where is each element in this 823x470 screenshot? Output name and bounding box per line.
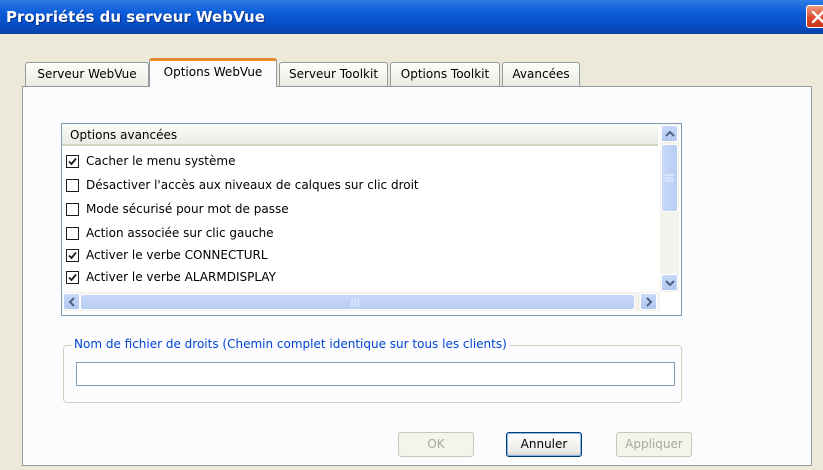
- list-header[interactable]: Options avancées: [62, 124, 658, 146]
- tab-serveur-webvue[interactable]: Serveur WebVue: [25, 62, 149, 86]
- list-item[interactable]: Cacher le menu système: [66, 152, 656, 174]
- tab-label: Options Toolkit: [400, 67, 490, 81]
- check-icon: [68, 273, 77, 282]
- list-header-label: Options avancées: [70, 128, 178, 142]
- option-label: Cacher le menu système: [86, 154, 236, 168]
- tab-options-webvue[interactable]: Options WebVue: [149, 58, 277, 87]
- tab-options-toolkit[interactable]: Options Toolkit: [390, 62, 500, 86]
- tab-avancees[interactable]: Avancées: [502, 62, 580, 86]
- chevron-right-icon: [646, 297, 653, 307]
- checkbox[interactable]: [66, 203, 79, 216]
- cancel-button[interactable]: Annuler: [506, 432, 582, 457]
- tab-label: Avancées: [512, 67, 570, 81]
- scroll-thumb[interactable]: [661, 144, 678, 212]
- check-icon: [68, 157, 77, 166]
- check-icon: [68, 251, 77, 260]
- checkbox[interactable]: [66, 155, 79, 168]
- apply-button-label: Appliquer: [625, 437, 683, 451]
- option-label: Activer le verbe CONNECTURL: [86, 248, 268, 262]
- title-bar[interactable]: Propriétés du serveur WebVue: [0, 0, 823, 34]
- tab-label: Serveur WebVue: [37, 67, 137, 81]
- advanced-options-list[interactable]: Options avancées Cacher le menu système …: [61, 123, 682, 316]
- option-label: Action associée sur clic gauche: [86, 226, 274, 240]
- tab-label: Serveur Toolkit: [288, 67, 379, 81]
- scroll-up-button[interactable]: [661, 125, 678, 142]
- properties-dialog: Propriétés du serveur WebVue Serveur Web…: [0, 0, 823, 470]
- horizontal-scrollbar[interactable]: [62, 292, 660, 311]
- close-icon: [811, 10, 823, 24]
- checkbox[interactable]: [66, 249, 79, 262]
- tab-label: Options WebVue: [163, 65, 263, 79]
- checkbox[interactable]: [66, 227, 79, 240]
- option-label: Désactiver l'accès aux niveaux de calque…: [86, 178, 419, 192]
- close-button[interactable]: [806, 5, 823, 28]
- scroll-thumb[interactable]: [80, 294, 635, 310]
- rights-file-input[interactable]: [76, 362, 675, 386]
- vertical-scrollbar[interactable]: [660, 124, 679, 292]
- rights-file-label: Nom de fichier de droits (Chemin complet…: [72, 337, 509, 351]
- chevron-left-icon: [68, 297, 75, 307]
- list-item[interactable]: Activer le verbe ALARMDISPLAY: [66, 268, 656, 290]
- grip-icon: [351, 299, 359, 307]
- chevron-up-icon: [665, 130, 675, 137]
- list-item[interactable]: Activer le verbe CONNECTURL: [66, 246, 656, 268]
- ok-button[interactable]: OK: [398, 432, 474, 457]
- list-item[interactable]: Mode sécurisé pour mot de passe: [66, 200, 656, 222]
- window-title: Propriétés du serveur WebVue: [6, 8, 265, 26]
- option-label: Mode sécurisé pour mot de passe: [86, 202, 289, 216]
- tab-serveur-toolkit[interactable]: Serveur Toolkit: [279, 62, 388, 86]
- chevron-down-icon: [665, 280, 675, 287]
- cancel-button-label: Annuler: [520, 437, 568, 451]
- scroll-down-button[interactable]: [661, 274, 678, 291]
- checkbox[interactable]: [66, 271, 79, 284]
- option-label: Activer le verbe ALARMDISPLAY: [86, 270, 276, 284]
- list-item[interactable]: Désactiver l'accès aux niveaux de calque…: [66, 176, 656, 198]
- checkbox[interactable]: [66, 179, 79, 192]
- list-item[interactable]: Action associée sur clic gauche: [66, 224, 656, 246]
- ok-button-label: OK: [427, 437, 445, 451]
- scroll-left-button[interactable]: [63, 293, 80, 310]
- scroll-right-button[interactable]: [640, 293, 657, 310]
- grip-icon: [665, 174, 674, 182]
- rights-file-group: Nom de fichier de droits (Chemin complet…: [63, 337, 682, 403]
- apply-button[interactable]: Appliquer: [616, 432, 692, 457]
